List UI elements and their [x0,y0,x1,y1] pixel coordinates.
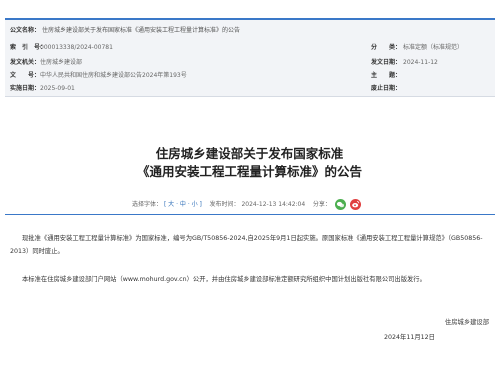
font-size-selector[interactable]: [ 大 · 中 · 小 ] [164,201,202,208]
meta-effective-value: 2025-09-01 [40,85,75,92]
article-info-bar: 选择字体： [ 大 · 中 · 小 ] 发布时间： 2024-12-13 14:… [132,199,361,211]
page-title-line1: 住房城乡建设部关于发布国家标准 [155,146,344,161]
meta-title-value: 住房城乡建设部关于发布国家标准《通用安装工程工程量计算标准》的公告 [42,27,241,34]
font-size-label: 选择字体： [132,201,163,208]
body-paragraph-1: 现批准《通用安装工程工程量计算标准》为国家标准，编号为GB/T50856-202… [10,235,483,255]
meta-row-issuer: 发文机关： 住房城乡建设部 发文日期： 2024-11-12 [5,56,495,70]
page-title-line2: 《通用安装工程工程量计算标准》的公告 [136,164,362,179]
body-paragraph-2: 本标准在住房城乡建设部门户网站（www.mohurd.gov.cn）公开，并由住… [22,276,426,283]
meta-docnum-value: 中华人民共和国住房和城乡建设部公告2024年第193号 [40,72,187,79]
meta-row-index: 索 引 号： 000013338/2024-00781 分 类： 标准定额（标准… [5,41,495,55]
meta-repeal-label: 废止日期： [371,85,402,92]
meta-row-effective: 实施日期： 2025-09-01 废止日期： [5,82,495,96]
meta-row-docnum: 文 号： 中华人民共和国住房和城乡建设部公告2024年第193号 主 题： [5,69,495,83]
title-divider [5,214,495,215]
meta-subject-label: 主 题： [371,72,402,79]
meta-index-value: 000013338/2024-00781 [40,44,113,51]
meta-issuer-value: 住房城乡建设部 [40,59,83,66]
wechat-share-icon[interactable] [334,199,346,210]
signature-issuer: 住房城乡建设部 [444,319,489,326]
document-metadata-panel: 公文名称： 住房城乡建设部关于发布国家标准《通用安装工程工程量计算标准》的公告 … [5,18,495,97]
meta-title-label: 公文名称： [10,27,41,34]
publish-time-value: 2024-12-13 14:42:04 [241,201,306,208]
meta-docnum-label: 文 号： [10,72,41,79]
meta-effective-label: 实施日期： [10,85,41,92]
weibo-share-icon[interactable] [349,199,361,210]
signature-date: 2024年11月12日 [384,334,435,341]
meta-issue-date-label: 发文日期： [371,59,402,66]
meta-issue-date-value: 2024-11-12 [403,59,438,66]
meta-row-title: 公文名称： 住房城乡建设部关于发布国家标准《通用安装工程工程量计算标准》的公告 [5,24,495,38]
meta-category-value: 标准定额（标准规范） [403,44,464,51]
publish-time-label: 发布时间： [209,201,240,208]
share-label: 分享： [312,201,331,208]
meta-category-label: 分 类： [371,44,402,51]
meta-issuer-label: 发文机关： [10,59,41,66]
